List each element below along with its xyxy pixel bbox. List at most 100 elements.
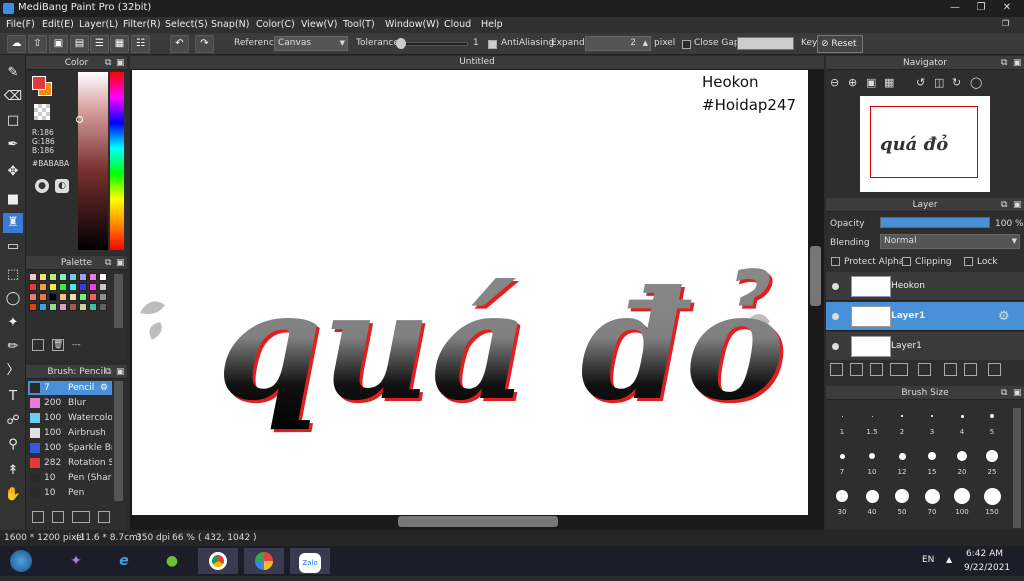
brush-size-option[interactable]: 40	[858, 486, 886, 516]
gradient-tool-icon[interactable]: ▭	[3, 237, 23, 257]
palette-swatch[interactable]	[39, 283, 47, 291]
medibang-icon[interactable]	[244, 548, 284, 574]
palette-swatch[interactable]	[49, 303, 57, 311]
palette-swatch[interactable]	[79, 293, 87, 301]
rotate-right-icon[interactable]: ↻	[952, 76, 961, 89]
palette-swatch[interactable]	[89, 293, 97, 301]
brush-size-scrollbar[interactable]	[1013, 408, 1021, 528]
fit-icon[interactable]: ▣	[866, 76, 876, 89]
blending-select[interactable]: Normal ▼	[880, 234, 1020, 249]
zoom-out-icon[interactable]: ⊖	[830, 76, 839, 89]
spin-icon[interactable]: ▲	[643, 37, 648, 50]
layer-row[interactable]: Layer1	[826, 332, 1024, 361]
brush-item[interactable]: 100 Watercolor	[28, 411, 112, 425]
color-picker-cursor[interactable]	[76, 116, 83, 123]
brush-item[interactable]: 282 Rotation Sym	[28, 456, 112, 470]
color-wheel-icon[interactable]: ●	[35, 179, 49, 193]
actual-size-icon[interactable]: ▦	[884, 76, 894, 89]
primary-color-swatch[interactable]	[32, 76, 46, 90]
opacity-slider[interactable]	[880, 217, 990, 228]
move-tool-icon[interactable]: ✥	[3, 162, 23, 182]
brush-size-option[interactable]: 1.5	[858, 406, 886, 436]
palette-swatch[interactable]	[59, 303, 67, 311]
brush-size-option[interactable]: 50	[888, 486, 916, 516]
visibility-icon[interactable]	[832, 283, 839, 290]
palette-swatch[interactable]	[89, 303, 97, 311]
document-icon[interactable]: ☰	[90, 35, 109, 53]
brush-size-option[interactable]: 2	[888, 406, 916, 436]
pin-icon[interactable]: ▣	[116, 365, 125, 379]
visual-studio-icon[interactable]: ✦	[56, 548, 96, 574]
pin-icon[interactable]: ▣	[1013, 386, 1022, 400]
palette-swatch[interactable]	[59, 283, 67, 291]
brush-settings-icon[interactable]	[98, 511, 110, 523]
tolerance-slider-handle[interactable]	[396, 38, 406, 49]
add-brush-icon[interactable]	[32, 511, 44, 523]
magic-wand-tool-icon[interactable]: ✦	[3, 313, 23, 333]
brush-item[interactable]: 100 Sparkle Brush	[28, 441, 112, 455]
fill-rect-tool-icon[interactable]: ■	[3, 190, 23, 210]
menu-help[interactable]: Help	[481, 19, 503, 30]
popout-icon[interactable]: ⧉	[105, 56, 111, 70]
delete-palette-icon[interactable]: 🗑	[52, 339, 64, 351]
popout-icon[interactable]: ⧉	[1001, 198, 1007, 212]
divide-tool-icon[interactable]: ☍	[3, 411, 23, 431]
color-mixer-icon[interactable]: ◐	[55, 179, 69, 193]
cloud-icon[interactable]: ☁	[7, 35, 26, 53]
select-eraser-tool-icon[interactable]: 〉	[3, 361, 23, 381]
palette-swatch[interactable]	[89, 283, 97, 291]
select-tool-icon[interactable]: ⬚	[3, 265, 23, 285]
tolerance-slider[interactable]	[398, 42, 468, 46]
menu-cloud[interactable]: Cloud	[444, 19, 471, 30]
language-indicator[interactable]: EN	[922, 555, 934, 565]
mdi-restore-icon[interactable]: ❐	[1002, 19, 1009, 28]
brush-size-option[interactable]: 7	[828, 446, 856, 476]
menu-edit[interactable]: Edit(E)	[42, 19, 74, 30]
vertical-scrollbar[interactable]	[810, 246, 821, 306]
menu-file[interactable]: File(F)	[6, 19, 35, 30]
grid-icon[interactable]: ▦	[110, 35, 129, 53]
delete-layer-icon[interactable]	[988, 363, 1001, 376]
palette-swatch[interactable]	[79, 273, 87, 281]
internet-explorer-icon[interactable]: e	[104, 548, 144, 574]
brush-size-option[interactable]: 70	[918, 486, 946, 516]
palette-swatch[interactable]	[69, 293, 77, 301]
reference-select[interactable]: Canvas ▼	[274, 36, 348, 51]
new-palette-icon[interactable]	[32, 339, 44, 351]
brush-scrollbar[interactable]	[114, 381, 123, 501]
antialiasing-checkbox[interactable]	[488, 40, 497, 49]
expand-input[interactable]: 2 ▲	[585, 36, 651, 51]
palette-swatch[interactable]	[39, 293, 47, 301]
flip-icon[interactable]: ◫	[934, 76, 944, 89]
horizontal-scrollbar[interactable]	[398, 516, 558, 527]
brush-size-option[interactable]: 100	[948, 486, 976, 516]
brush-size-option[interactable]: 150	[978, 486, 1006, 516]
comment-icon[interactable]: ▣	[49, 35, 68, 53]
palette-swatch[interactable]	[69, 303, 77, 311]
palette-swatch[interactable]	[49, 283, 57, 291]
tray-up-icon[interactable]: ▲	[946, 555, 952, 564]
eyedropper-tool-icon[interactable]: ⚲	[3, 435, 23, 455]
merge-layer-icon[interactable]	[964, 363, 977, 376]
list-icon[interactable]: ☷	[131, 35, 150, 53]
menu-window[interactable]: Window(W)	[385, 19, 439, 30]
palette-swatch[interactable]	[29, 293, 37, 301]
transparent-swatch[interactable]	[34, 104, 50, 120]
reset-view-icon[interactable]: ◯	[970, 76, 982, 89]
brush-item[interactable]: 7 Pencil ⚙	[28, 381, 112, 395]
visibility-icon[interactable]	[832, 343, 839, 350]
palette-swatch[interactable]	[39, 273, 47, 281]
palette-grid[interactable]	[29, 273, 109, 327]
lock-checkbox[interactable]	[964, 257, 973, 266]
redo-icon[interactable]: ↷	[195, 35, 214, 53]
rotate-left-icon[interactable]: ↺	[916, 76, 925, 89]
bucket-tool-icon[interactable]: ♜	[3, 213, 23, 233]
palette-swatch[interactable]	[49, 293, 57, 301]
palette-swatch[interactable]	[69, 283, 77, 291]
brush-size-option[interactable]: 10	[858, 446, 886, 476]
palette-swatch[interactable]	[29, 303, 37, 311]
palette-swatch[interactable]	[69, 273, 77, 281]
brush-size-option[interactable]: 25	[978, 446, 1006, 476]
palette-swatch[interactable]	[49, 273, 57, 281]
visibility-icon[interactable]	[832, 313, 839, 320]
